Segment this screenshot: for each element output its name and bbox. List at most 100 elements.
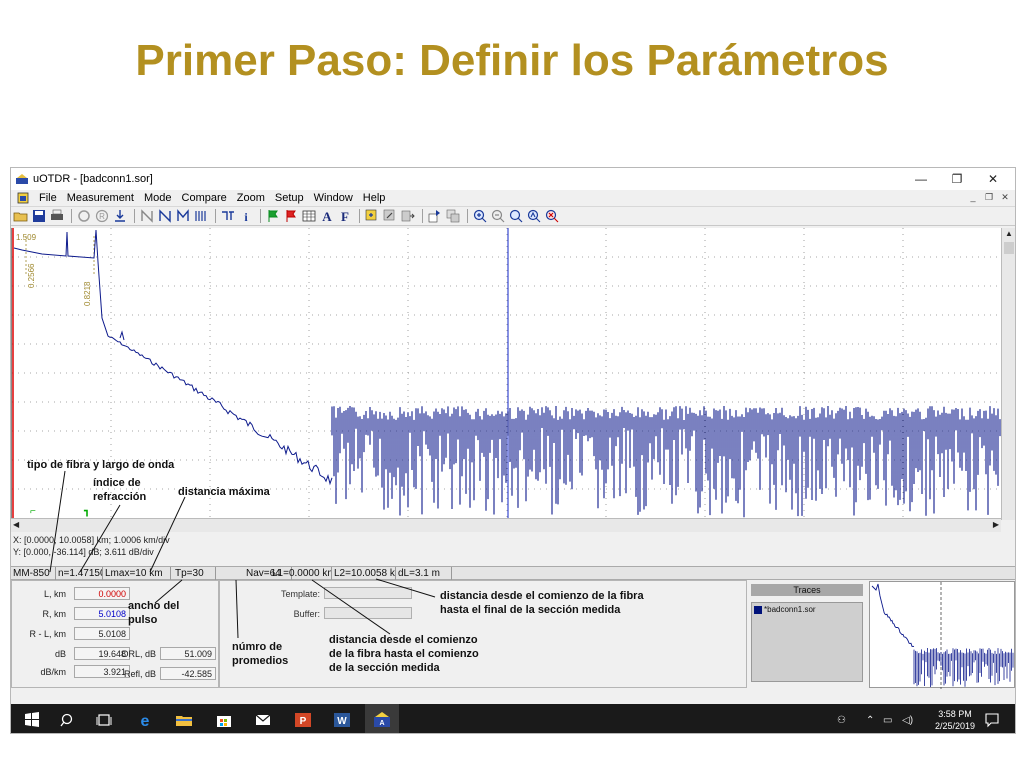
vertical-scrollbar[interactable]: ▲ [1001, 228, 1015, 520]
open-folder-icon[interactable] [13, 208, 29, 224]
svg-text:A: A [322, 209, 332, 224]
toolbar-separator [71, 209, 72, 223]
trace-plot[interactable]: 1.509 0.2566 0.8218 ⌐ ┓ [11, 228, 1002, 518]
mdi-close-icon[interactable]: ✕ [999, 191, 1011, 203]
trace-file-name: *badconn1.sor [764, 605, 816, 614]
zoom-out-icon[interactable] [490, 208, 506, 224]
cursor-n-icon[interactable] [139, 208, 155, 224]
traces-list[interactable]: *badconn1.sor [751, 602, 863, 682]
word-icon[interactable]: W [333, 711, 351, 729]
zoom-fit-icon[interactable] [526, 208, 542, 224]
status-l2: L2=10.0058 km [334, 567, 396, 580]
rl-label: R - L, km [29, 629, 66, 639]
svg-text:e: e [141, 713, 150, 729]
mail-icon[interactable] [254, 711, 272, 729]
document-icon[interactable] [17, 192, 29, 204]
download-icon[interactable] [112, 208, 128, 224]
annotation-pulse: ancho del pulso [128, 599, 179, 627]
annotation-refraction-line1: índice de [93, 477, 141, 489]
font-a-icon[interactable]: A [319, 208, 335, 224]
splice-icon[interactable] [220, 208, 236, 224]
event-move-icon[interactable] [400, 208, 416, 224]
status-lmax: Lmax=10 km [103, 567, 171, 580]
dbkm-label: dB/km [40, 667, 66, 677]
annotation-start-line3: de la sección medida [329, 662, 440, 674]
marker-out-icon[interactable] [445, 208, 461, 224]
cursor-m-icon[interactable] [193, 208, 209, 224]
powerpoint-icon[interactable]: P [294, 711, 312, 729]
toolbar-separator [422, 209, 423, 223]
horizontal-scrollbar[interactable]: ◀ ▶ [11, 518, 1001, 532]
scroll-thumb[interactable] [1004, 242, 1014, 254]
menu-setup[interactable]: Setup [270, 192, 309, 204]
annotation-pulse-line2: pulso [128, 614, 158, 626]
r-label: R, km [42, 609, 67, 619]
cursor-n3-icon[interactable] [175, 208, 191, 224]
taskbar-clock[interactable]: 3:58 PM 2/25/2019 [935, 708, 975, 732]
event-edit-icon[interactable] [382, 208, 398, 224]
trace-graph[interactable]: 1.509 0.2566 0.8218 ⌐ ┓ [12, 228, 1002, 518]
notification-icon[interactable] [983, 711, 1001, 729]
menu-compare[interactable]: Compare [177, 192, 232, 204]
close-icon[interactable]: ✕ [975, 168, 1011, 190]
annotation-end-line1: distancia desde el comienzo de la fibra [440, 590, 644, 602]
task-view-icon[interactable] [95, 711, 113, 729]
menu-file[interactable]: File [34, 192, 62, 204]
trace-noise [331, 406, 1001, 518]
save-icon[interactable] [31, 208, 47, 224]
edge-icon[interactable]: e [136, 711, 154, 729]
scroll-right-arrow-icon[interactable]: ▶ [993, 520, 999, 529]
windows-start-icon[interactable] [23, 711, 41, 729]
registered-icon[interactable]: R [94, 208, 110, 224]
event-add-icon[interactable] [364, 208, 380, 224]
table-icon[interactable] [301, 208, 317, 224]
overview-plot[interactable] [869, 581, 1015, 689]
r-value: 5.0108 [74, 607, 130, 620]
menu-zoom[interactable]: Zoom [232, 192, 270, 204]
uotdr-app-icon[interactable]: A [373, 711, 391, 729]
zoom-in-icon[interactable] [472, 208, 488, 224]
trace-list-item[interactable]: *badconn1.sor [754, 605, 816, 614]
menubar: File Measurement Mode Compare Zoom Setup… [11, 190, 1015, 206]
mdi-restore-icon[interactable]: ❐ [983, 191, 995, 203]
info-icon[interactable]: i [238, 208, 254, 224]
font-f-icon[interactable]: F [337, 208, 353, 224]
network-icon[interactable]: ▭ [883, 715, 892, 726]
flag-green-icon[interactable] [265, 208, 281, 224]
annotation-start-line1: distancia desde el comienzo [329, 634, 478, 646]
menu-mode[interactable]: Mode [139, 192, 177, 204]
flag-red-icon[interactable] [283, 208, 299, 224]
volume-icon[interactable]: ◁) [902, 715, 913, 726]
template-field[interactable] [324, 587, 412, 599]
restore-icon[interactable]: ❐ [939, 168, 975, 190]
zoom-reset-icon[interactable] [544, 208, 560, 224]
menu-help[interactable]: Help [358, 192, 391, 204]
toolbar-separator [359, 209, 360, 223]
menu-measurement[interactable]: Measurement [62, 192, 139, 204]
status-fiber: MM-850 [11, 567, 56, 580]
annotation-refraction: índice de refracción [93, 476, 146, 504]
status-l1: L1=0.0000 km [272, 567, 332, 580]
search-icon[interactable] [59, 711, 77, 729]
scroll-up-arrow-icon[interactable]: ▲ [1005, 229, 1013, 238]
people-icon[interactable]: ⚇ [837, 715, 846, 726]
otdr-window: uOTDR - [badconn1.sor] — ❐ ✕ File Measur… [10, 167, 1016, 734]
menu-window[interactable]: Window [309, 192, 358, 204]
print-icon[interactable] [49, 208, 65, 224]
annotation-averages-line1: númro de [232, 641, 283, 653]
zoom-region-icon[interactable] [508, 208, 524, 224]
file-explorer-icon[interactable] [175, 711, 193, 729]
circle-icon[interactable] [76, 208, 92, 224]
minimize-icon[interactable]: — [903, 168, 939, 190]
scroll-left-arrow-icon[interactable]: ◀ [13, 520, 19, 529]
l-label: L, km [43, 589, 66, 599]
svg-text:F: F [341, 209, 349, 224]
statusbar: MM-850 n=1.47150 Lmax=10 km Tp=30 Nav=64… [11, 566, 1015, 580]
mdi-minimize-icon[interactable]: _ [967, 191, 979, 203]
marker-in-icon[interactable] [427, 208, 443, 224]
buffer-field[interactable] [324, 607, 412, 619]
cursor-n2-icon[interactable] [157, 208, 173, 224]
chevron-up-icon[interactable]: ⌃ [866, 715, 874, 726]
store-icon[interactable] [215, 711, 233, 729]
clock-time: 3:58 PM [938, 709, 972, 719]
